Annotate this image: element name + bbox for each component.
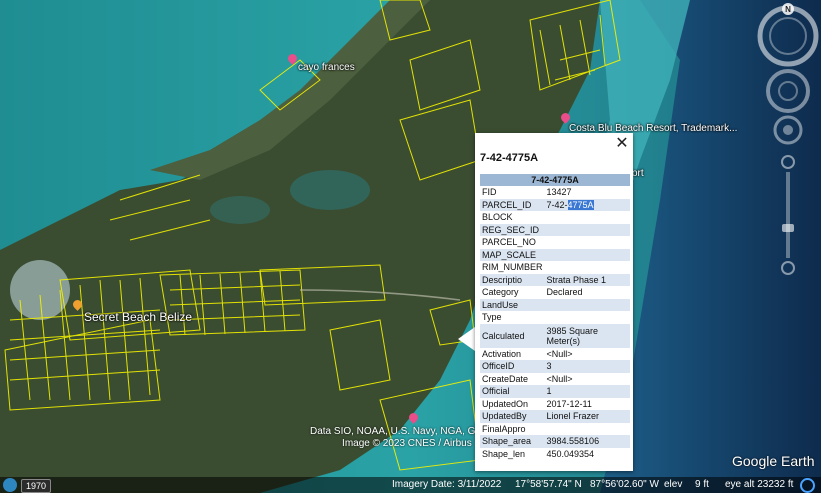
attr-key: REG_SEC_ID (480, 223, 545, 236)
table-row: Descriptio Strata Phase 1 (480, 273, 630, 286)
attr-value (545, 311, 630, 324)
table-row: Activation <Null> (480, 348, 630, 361)
google-earth-logo: Google Earth (732, 453, 815, 469)
attr-value (545, 423, 630, 436)
streaming-indicator-icon (800, 478, 815, 493)
attr-key: Shape_len (482, 448, 526, 459)
place-label[interactable]: cayo frances (298, 62, 355, 73)
attr-key: LandUse (480, 298, 545, 311)
table-row: Category Declared (480, 286, 630, 299)
attr-value[interactable]: 7-42-4775A (544, 198, 630, 211)
attr-value: 3985 Square Meter(s) (544, 323, 630, 348)
historical-year-badge[interactable]: 1970 (21, 479, 52, 493)
attr-value: 3984.558106 (544, 435, 630, 448)
attr-value (544, 223, 630, 236)
attr-value: 2017-12-11 (546, 398, 592, 409)
move-joystick-icon[interactable] (773, 115, 803, 145)
status-bar: Imagery Date: 3/11/2022 17°58'57.74" N 8… (0, 477, 821, 493)
table-row: LandUse (480, 298, 630, 311)
table-row: CreateDate <Null> (480, 373, 630, 386)
selected-text: 4775A (567, 199, 594, 210)
attr-key: RIM_NUMBER (482, 262, 543, 273)
attr-value (544, 248, 630, 261)
attr-key: CreateDate (482, 373, 529, 384)
attr-key: Descriptio (480, 273, 545, 286)
table-row: UpdatedBy Lionel Frazer (480, 410, 630, 423)
attr-value: 450.049354 (546, 448, 595, 459)
attr-value (545, 211, 630, 224)
attr-key: Activation (482, 348, 522, 359)
elevation-value: 9 ft (695, 479, 709, 490)
table-row: MAP_SCALE (480, 248, 630, 261)
look-joystick-icon[interactable] (766, 69, 810, 113)
table-row: Shape_area 3984.558106 (480, 435, 630, 448)
table-row: Type (480, 311, 630, 324)
table-row: FID 13427 (480, 186, 630, 199)
latitude-readout: 17°58'57.74" N (515, 479, 582, 490)
place-label-partial: ort (632, 168, 644, 179)
attr-value: 13427 (546, 187, 572, 198)
attr-value: 1 (544, 385, 630, 398)
attr-value (544, 298, 630, 311)
table-row: PARCEL_ID 7-42-4775A (480, 198, 630, 211)
table-row: UpdatedOn 2017-12-11 (480, 398, 630, 411)
attr-value: Strata Phase 1 (544, 273, 630, 286)
historical-imagery-icon[interactable] (3, 478, 17, 492)
attr-value: <Null> (546, 373, 573, 384)
table-row: FinalAppro (480, 423, 630, 436)
navigation-controls[interactable]: N (757, 2, 819, 282)
table-row: Official 1 (480, 385, 630, 398)
table-row: OfficeID 3 (480, 360, 630, 373)
eye-altitude: eye alt 23232 ft (725, 479, 794, 490)
place-label[interactable]: Secret Beach Belize (84, 310, 192, 324)
longitude-readout: 87°56'02.60" W (590, 479, 659, 490)
popup-title: 7-42-4775A (480, 152, 539, 164)
attr-value: Lionel Frazer (544, 410, 630, 423)
table-row: Calculated 3985 Square Meter(s) (480, 323, 630, 348)
attr-key: Shape_area (480, 435, 545, 448)
attribute-table-header: 7-42-4775A (480, 174, 630, 186)
close-icon[interactable]: ✕ (614, 133, 630, 153)
feature-info-popup: ✕ 7-42-4775A 7-42-4775A FID 13427 PARCEL_… (475, 133, 633, 471)
attr-key: FID (482, 187, 497, 198)
table-row: BLOCK (480, 211, 630, 224)
attr-value-text: 7-42- (546, 199, 568, 210)
attr-key: PARCEL_ID (480, 198, 545, 211)
attr-value (545, 236, 630, 249)
popup-pointer (458, 327, 475, 351)
attr-key: Type (482, 312, 502, 323)
imagery-date: Imagery Date: 3/11/2022 (392, 479, 502, 490)
table-row: RIM_NUMBER (480, 261, 630, 274)
attr-value: <Null> (546, 348, 573, 359)
elevation-label: elev (664, 479, 683, 490)
attr-key: UpdatedBy (480, 410, 545, 423)
attr-key: MAP_SCALE (480, 248, 545, 261)
attr-value: 3 (544, 360, 630, 373)
table-row: Shape_len 450.049354 (480, 448, 630, 461)
attr-key: Calculated (480, 323, 545, 348)
compass-north-label: N (785, 5, 791, 14)
attribute-table: 7-42-4775A FID 13427 PARCEL_ID 7-42-4775A … (480, 174, 630, 460)
attr-value: Declared (546, 287, 583, 298)
attr-key: PARCEL_NO (482, 237, 536, 248)
table-row: REG_SEC_ID (480, 223, 630, 236)
attr-key: Official (480, 385, 545, 398)
table-row: PARCEL_NO (480, 236, 630, 249)
attr-key: OfficeID (480, 360, 545, 373)
attr-value (545, 261, 630, 274)
zoom-slider[interactable] (781, 155, 795, 275)
attr-key: UpdatedOn (482, 398, 529, 409)
attr-key: BLOCK (482, 212, 513, 223)
attr-key: FinalAppro (482, 423, 526, 434)
attr-key: Category (482, 287, 519, 298)
